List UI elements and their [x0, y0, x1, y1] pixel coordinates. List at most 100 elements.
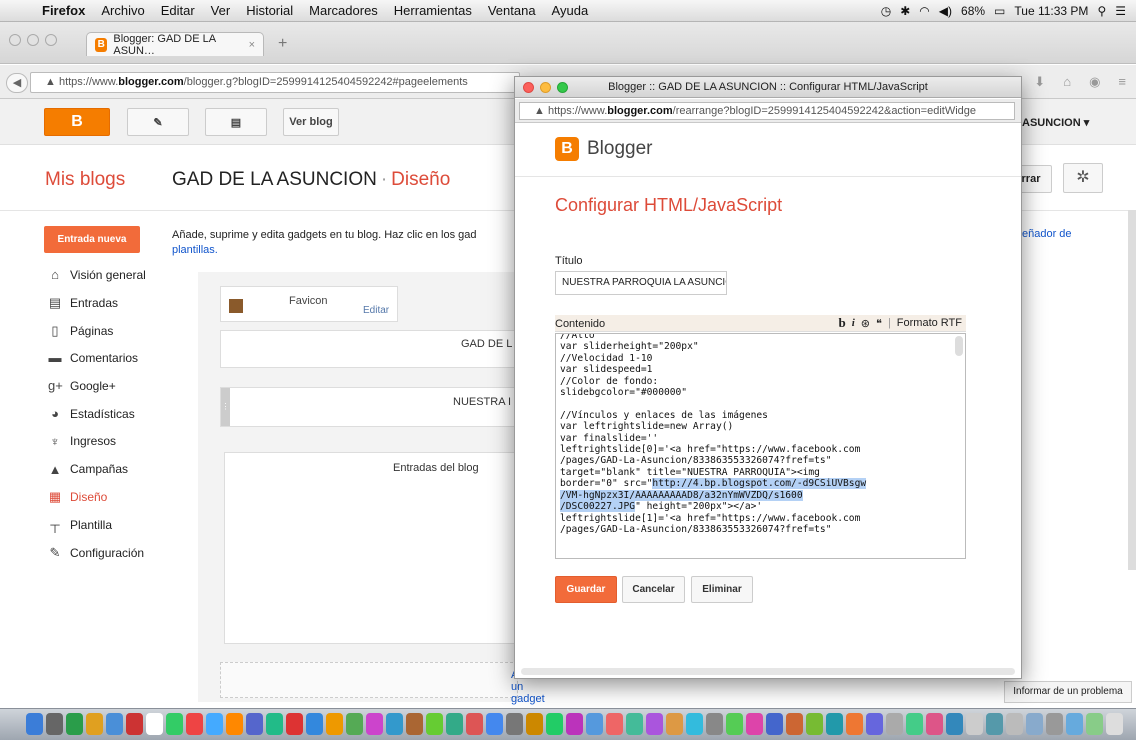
posts-list-icon[interactable]: ▤	[205, 108, 267, 136]
sidebar-item[interactable]: ▲ Campañas	[48, 462, 128, 477]
dock-app-icon[interactable]	[226, 713, 243, 735]
cancel-button[interactable]: Cancelar	[622, 576, 685, 603]
sidebar-item[interactable]: ▯ Páginas	[48, 323, 113, 339]
download-icon[interactable]: ⬇	[1034, 74, 1045, 90]
dock-app-icon[interactable]	[1106, 713, 1123, 735]
new-post-button[interactable]: Entrada nueva	[44, 226, 140, 253]
textarea-scrollbar[interactable]	[955, 336, 963, 356]
menu-ventana[interactable]: Ventana	[480, 3, 544, 18]
dock-app-icon[interactable]	[566, 713, 583, 735]
dock-app-icon[interactable]	[266, 713, 283, 735]
dock-app-icon[interactable]	[646, 713, 663, 735]
dock-app-icon[interactable]	[466, 713, 483, 735]
window-minimize-button[interactable]	[27, 34, 39, 46]
sidebar-item[interactable]: ✎ Configuración	[48, 545, 145, 561]
menu-app-firefox[interactable]: Firefox	[34, 3, 93, 18]
battery-icon[interactable]: ▭	[994, 4, 1005, 18]
dock-app-icon[interactable]	[686, 713, 703, 735]
page-scrollbar[interactable]	[1128, 210, 1136, 570]
dock-app-icon[interactable]	[1046, 713, 1063, 735]
sidebar-item[interactable]: ⌂ Visión general	[48, 267, 146, 282]
templates-link[interactable]: plantillas.	[172, 244, 218, 256]
dock-app-icon[interactable]	[286, 713, 303, 735]
dock-app-icon[interactable]	[1066, 713, 1083, 735]
drag-handle-icon[interactable]: ⋮	[221, 388, 230, 426]
menu-historial[interactable]: Historial	[238, 3, 301, 18]
dock-app-icon[interactable]	[706, 713, 723, 735]
back-button[interactable]: ◀	[6, 73, 28, 93]
dock-app-icon[interactable]	[86, 713, 103, 735]
sidebar-item[interactable]: ▬ Comentarios	[48, 350, 139, 365]
browser-tab[interactable]: B Blogger: GAD DE LA ASUN… ×	[86, 32, 264, 57]
blog-selector[interactable]: ASUNCION ▾	[1022, 116, 1089, 129]
battery-percent[interactable]: 68%	[961, 4, 985, 18]
dock-app-icon[interactable]	[426, 713, 443, 735]
dock-app-icon[interactable]	[766, 713, 783, 735]
dock-app-icon[interactable]	[306, 713, 323, 735]
menu-icon[interactable]: ≡	[1118, 74, 1126, 90]
gear-icon[interactable]: ✲	[1063, 163, 1103, 193]
dock-app-icon[interactable]	[626, 713, 643, 735]
dock-app-icon[interactable]	[386, 713, 403, 735]
menu-marcadores[interactable]: Marcadores	[301, 3, 386, 18]
dock-app-icon[interactable]	[346, 713, 363, 735]
dock-app-icon[interactable]	[146, 713, 163, 735]
bold-icon[interactable]: b	[839, 315, 846, 331]
dock-app-icon[interactable]	[786, 713, 803, 735]
dock-app-icon[interactable]	[366, 713, 383, 735]
dock-app-icon[interactable]	[666, 713, 683, 735]
new-tab-button[interactable]: +	[278, 35, 287, 53]
dock-app-icon[interactable]	[546, 713, 563, 735]
popup-zoom-button[interactable]	[557, 82, 568, 93]
add-gadget-area[interactable]: Añadir un gadget	[220, 662, 545, 705]
dock-app-icon[interactable]	[26, 713, 43, 735]
sidebar-item[interactable]: ┬ Plantilla	[48, 517, 112, 532]
blogger-logo-button[interactable]: B	[44, 108, 110, 136]
sidebar-item[interactable]: g+ Google+	[48, 378, 116, 393]
sidebar-item[interactable]: ▦ Diseño	[48, 489, 108, 505]
dock-app-icon[interactable]	[66, 713, 83, 735]
url-bar[interactable]: ▲ https://www.blogger.com/blogger.g?blog…	[30, 72, 520, 93]
blog-posts-gadget[interactable]: Entradas del blog	[224, 452, 518, 644]
dock-app-icon[interactable]	[886, 713, 903, 735]
time-machine-icon[interactable]: ◷	[881, 4, 891, 18]
dock-app-icon[interactable]	[606, 713, 623, 735]
delete-button[interactable]: Eliminar	[691, 576, 753, 603]
title-input[interactable]: NUESTRA PARROQUIA LA ASUNCIO	[555, 271, 727, 295]
dock-app-icon[interactable]	[746, 713, 763, 735]
window-zoom-button[interactable]	[45, 34, 57, 46]
dock-app-icon[interactable]	[866, 713, 883, 735]
dock-app-icon[interactable]	[46, 713, 63, 735]
dock-app-icon[interactable]	[986, 713, 1003, 735]
template-designer-link[interactable]: eñador de	[1022, 228, 1072, 240]
tab-close-icon[interactable]: ×	[249, 39, 255, 51]
clock[interactable]: Tue 11:33 PM	[1014, 4, 1088, 18]
dock-app-icon[interactable]	[966, 713, 983, 735]
menu-archivo[interactable]: Archivo	[93, 3, 152, 18]
wifi-icon[interactable]: ◠	[919, 4, 929, 18]
dock-app-icon[interactable]	[846, 713, 863, 735]
volume-icon[interactable]: ◀)	[939, 4, 952, 18]
view-blog-button[interactable]: Ver blog	[283, 108, 339, 136]
dock-app-icon[interactable]	[806, 713, 823, 735]
edit-link[interactable]: Editar	[363, 305, 389, 316]
pencil-icon[interactable]: ✎	[127, 108, 189, 136]
slider-gadget[interactable]: ⋮ NUESTRA I	[220, 387, 518, 427]
save-button[interactable]: Guardar	[555, 576, 617, 603]
dock-app-icon[interactable]	[166, 713, 183, 735]
dock-app-icon[interactable]	[946, 713, 963, 735]
popup-url-field[interactable]: ▲ https://www.blogger.com/rearrange?blog…	[519, 102, 1015, 120]
dock-app-icon[interactable]	[1026, 713, 1043, 735]
header-gadget[interactable]: GAD DE L	[220, 330, 518, 368]
dock-app-icon[interactable]	[206, 713, 223, 735]
dock-app-icon[interactable]	[106, 713, 123, 735]
dock-app-icon[interactable]	[506, 713, 523, 735]
favicon-gadget[interactable]: Favicon Editar	[220, 286, 398, 322]
dock-app-icon[interactable]	[486, 713, 503, 735]
bluetooth-icon[interactable]: ✱	[900, 4, 910, 18]
italic-icon[interactable]: i	[852, 317, 855, 329]
dock-app-icon[interactable]	[446, 713, 463, 735]
dock-app-icon[interactable]	[906, 713, 923, 735]
dock-app-icon[interactable]	[526, 713, 543, 735]
menu-ver[interactable]: Ver	[203, 3, 239, 18]
